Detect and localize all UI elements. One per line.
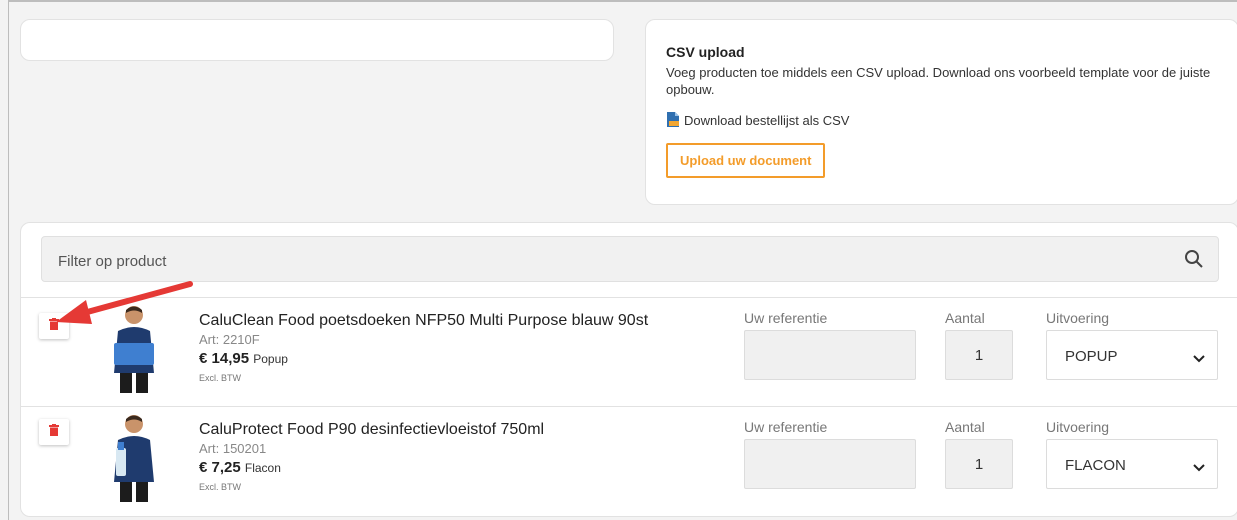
delete-button[interactable] bbox=[39, 313, 69, 339]
trash-icon bbox=[49, 317, 59, 335]
csv-title: CSV upload bbox=[666, 44, 745, 60]
product-filter bbox=[41, 236, 1219, 282]
upload-document-button[interactable]: Upload uw document bbox=[666, 143, 826, 178]
csv-upload-panel: CSV upload Voeg producten toe middels ee… bbox=[645, 19, 1237, 205]
product-image bbox=[106, 412, 162, 502]
reference-label: Uw referentie bbox=[744, 310, 828, 326]
order-list-panel: CaluClean Food poetsdoeken NFP50 Multi P… bbox=[20, 222, 1237, 517]
reference-label: Uw referentie bbox=[744, 419, 828, 435]
product-name[interactable]: CaluClean Food poetsdoeken NFP50 Multi P… bbox=[199, 312, 648, 330]
price-unit: Popup bbox=[253, 352, 288, 366]
csv-file-icon bbox=[666, 112, 680, 128]
variant-label: Uitvoering bbox=[1046, 419, 1110, 435]
reference-input[interactable] bbox=[744, 439, 916, 489]
download-csv-link[interactable]: Download bestellijst als CSV bbox=[666, 112, 1218, 128]
filter-input[interactable] bbox=[56, 249, 1160, 273]
product-article: Art: 150201 bbox=[199, 441, 267, 456]
search-icon[interactable] bbox=[1184, 249, 1204, 274]
trash-icon bbox=[49, 423, 59, 441]
product-image bbox=[106, 303, 162, 393]
download-csv-label: Download bestellijst als CSV bbox=[684, 112, 850, 128]
quantity-input[interactable]: 1 bbox=[945, 330, 1013, 380]
chevron-down-icon bbox=[1193, 350, 1205, 368]
window-left-border bbox=[8, 0, 9, 520]
product-row: CaluProtect Food P90 desinfectievloeisto… bbox=[21, 406, 1237, 516]
variant-select[interactable]: FLACON bbox=[1046, 439, 1218, 489]
product-price: € 14,95 Popup bbox=[199, 350, 648, 367]
reference-input[interactable] bbox=[744, 330, 916, 380]
price-unit: Flacon bbox=[244, 461, 281, 475]
price-value: € 14,95 bbox=[199, 350, 250, 367]
delete-button[interactable] bbox=[39, 419, 69, 445]
window-top-border bbox=[8, 0, 1237, 10]
product-row: CaluClean Food poetsdoeken NFP50 Multi P… bbox=[21, 297, 1237, 407]
product-name[interactable]: CaluProtect Food P90 desinfectievloeisto… bbox=[199, 421, 544, 439]
product-price: € 7,25 Flacon bbox=[199, 459, 544, 476]
empty-panel bbox=[20, 19, 614, 61]
chevron-down-icon bbox=[1193, 459, 1205, 477]
product-article: Art: 2210F bbox=[199, 332, 260, 347]
product-info: CaluProtect Food P90 desinfectievloeisto… bbox=[199, 421, 544, 492]
quantity-label: Aantal bbox=[945, 419, 985, 435]
quantity-input[interactable]: 1 bbox=[945, 439, 1013, 489]
variant-select[interactable]: POPUP bbox=[1046, 330, 1218, 380]
price-value: € 7,25 bbox=[199, 459, 241, 476]
csv-description: Voeg producten toe middels een CSV uploa… bbox=[666, 65, 1211, 97]
quantity-label: Aantal bbox=[945, 310, 985, 326]
vat-note: Excl. BTW bbox=[199, 482, 241, 492]
product-info: CaluClean Food poetsdoeken NFP50 Multi P… bbox=[199, 312, 648, 383]
vat-note: Excl. BTW bbox=[199, 373, 241, 383]
variant-value: POPUP bbox=[1065, 348, 1118, 365]
variant-value: FLACON bbox=[1065, 457, 1126, 474]
variant-label: Uitvoering bbox=[1046, 310, 1110, 326]
